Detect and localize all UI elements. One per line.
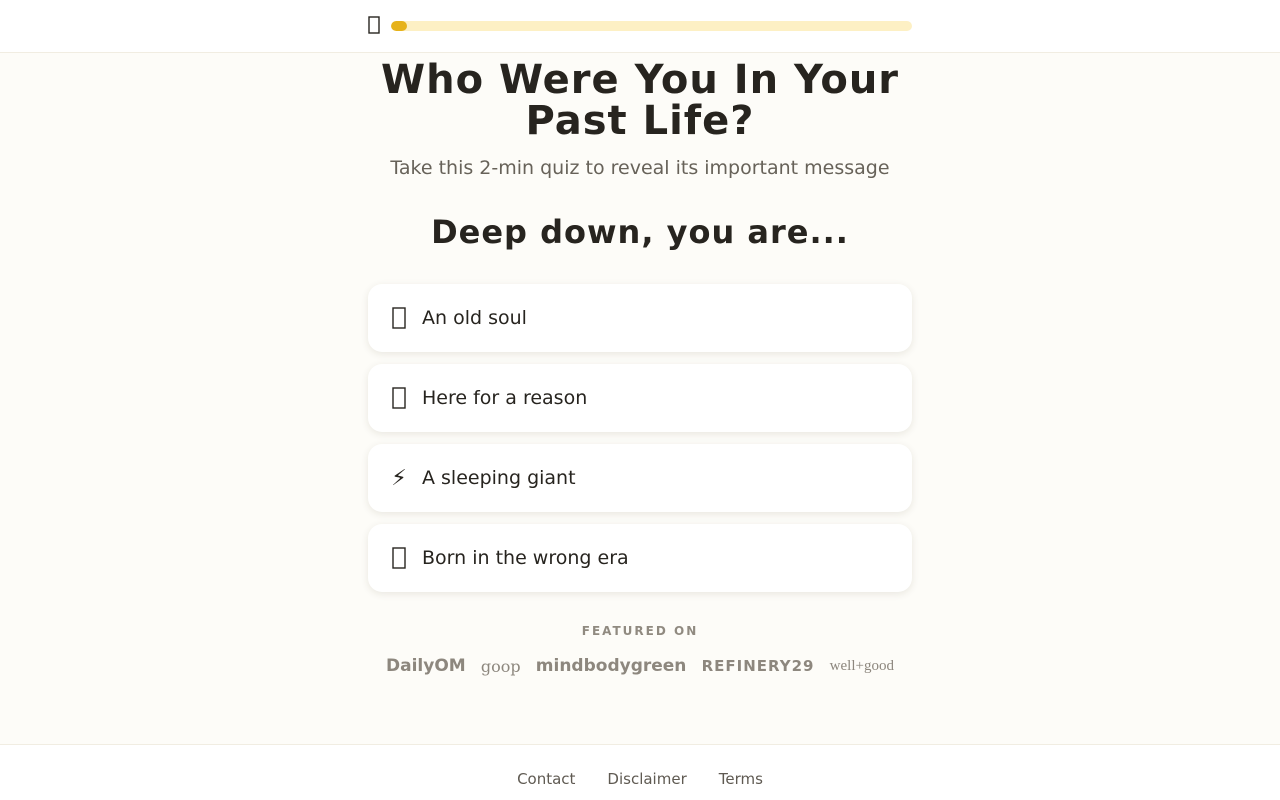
page-subtitle: Take this 2-min quiz to reveal its impor… — [390, 157, 890, 179]
goop-logo: goop — [480, 656, 521, 676]
option-label: Born in the wrong era — [422, 547, 629, 569]
top-bar — [0, 0, 1280, 53]
option-label: A sleeping giant — [422, 467, 576, 489]
sparkle-icon — [388, 386, 410, 410]
footer-link-disclaimer[interactable]: Disclaimer — [607, 770, 686, 788]
clock-icon — [388, 546, 410, 570]
progress-bar — [391, 21, 912, 31]
lightning-icon: ⚡ — [391, 465, 407, 491]
press-logos: DailyOM goop mindbodygreen REFINERY29 we… — [368, 652, 912, 680]
option-sleeping-giant[interactable]: ⚡ A sleeping giant — [368, 444, 912, 512]
option-old-soul[interactable]: An old soul — [368, 284, 912, 352]
option-here-for-a-reason[interactable]: Here for a reason — [368, 364, 912, 432]
page-title: Who Were You In Your Past Life? — [380, 57, 900, 144]
question-text: Deep down, you are... — [431, 213, 849, 251]
featured-on-label: FEATURED ON — [581, 624, 699, 638]
mindbodygreen-logo: mindbodygreen — [535, 656, 687, 676]
option-wrong-era[interactable]: Born in the wrong era — [368, 524, 912, 592]
option-label: Here for a reason — [422, 387, 588, 409]
back-button[interactable] — [364, 14, 384, 38]
footer-link-terms[interactable]: Terms — [719, 770, 763, 788]
footer-link-contact[interactable]: Contact — [517, 770, 575, 788]
answer-options: An old soul Here for a reason ⚡ A sleepi… — [368, 284, 912, 604]
arrow-left-icon — [368, 15, 380, 38]
footer: Contact Disclaimer Terms — [0, 744, 1280, 800]
progress-fill — [391, 21, 407, 31]
hourglass-icon — [388, 306, 410, 330]
option-label: An old soul — [422, 307, 527, 329]
refinery29-logo: REFINERY29 — [701, 657, 815, 675]
dailyom-logo: DailyOM — [386, 656, 466, 676]
wellgood-logo: well+good — [829, 657, 894, 674]
